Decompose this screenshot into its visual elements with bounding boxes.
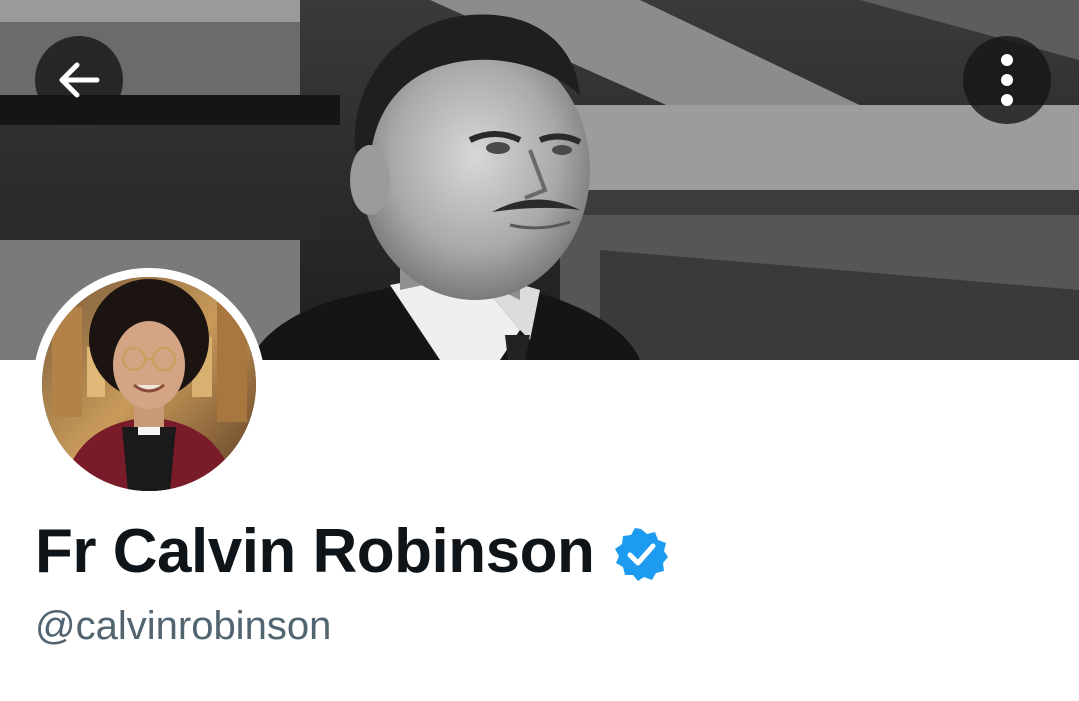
username-handle: @calvinrobinson [35,604,332,648]
display-name: Fr Calvin Robinson [35,517,595,586]
more-vertical-icon [997,52,1017,108]
name-row: Fr Calvin Robinson [35,512,669,592]
back-button[interactable] [35,36,123,124]
profile-page: Fr Calvin Robinson @calvinrobinson [0,0,1079,701]
more-options-button[interactable] [963,36,1051,124]
verified-badge-icon[interactable] [614,527,669,581]
arrow-left-icon [53,54,105,106]
avatar-image [42,277,256,491]
profile-avatar[interactable] [33,268,265,500]
